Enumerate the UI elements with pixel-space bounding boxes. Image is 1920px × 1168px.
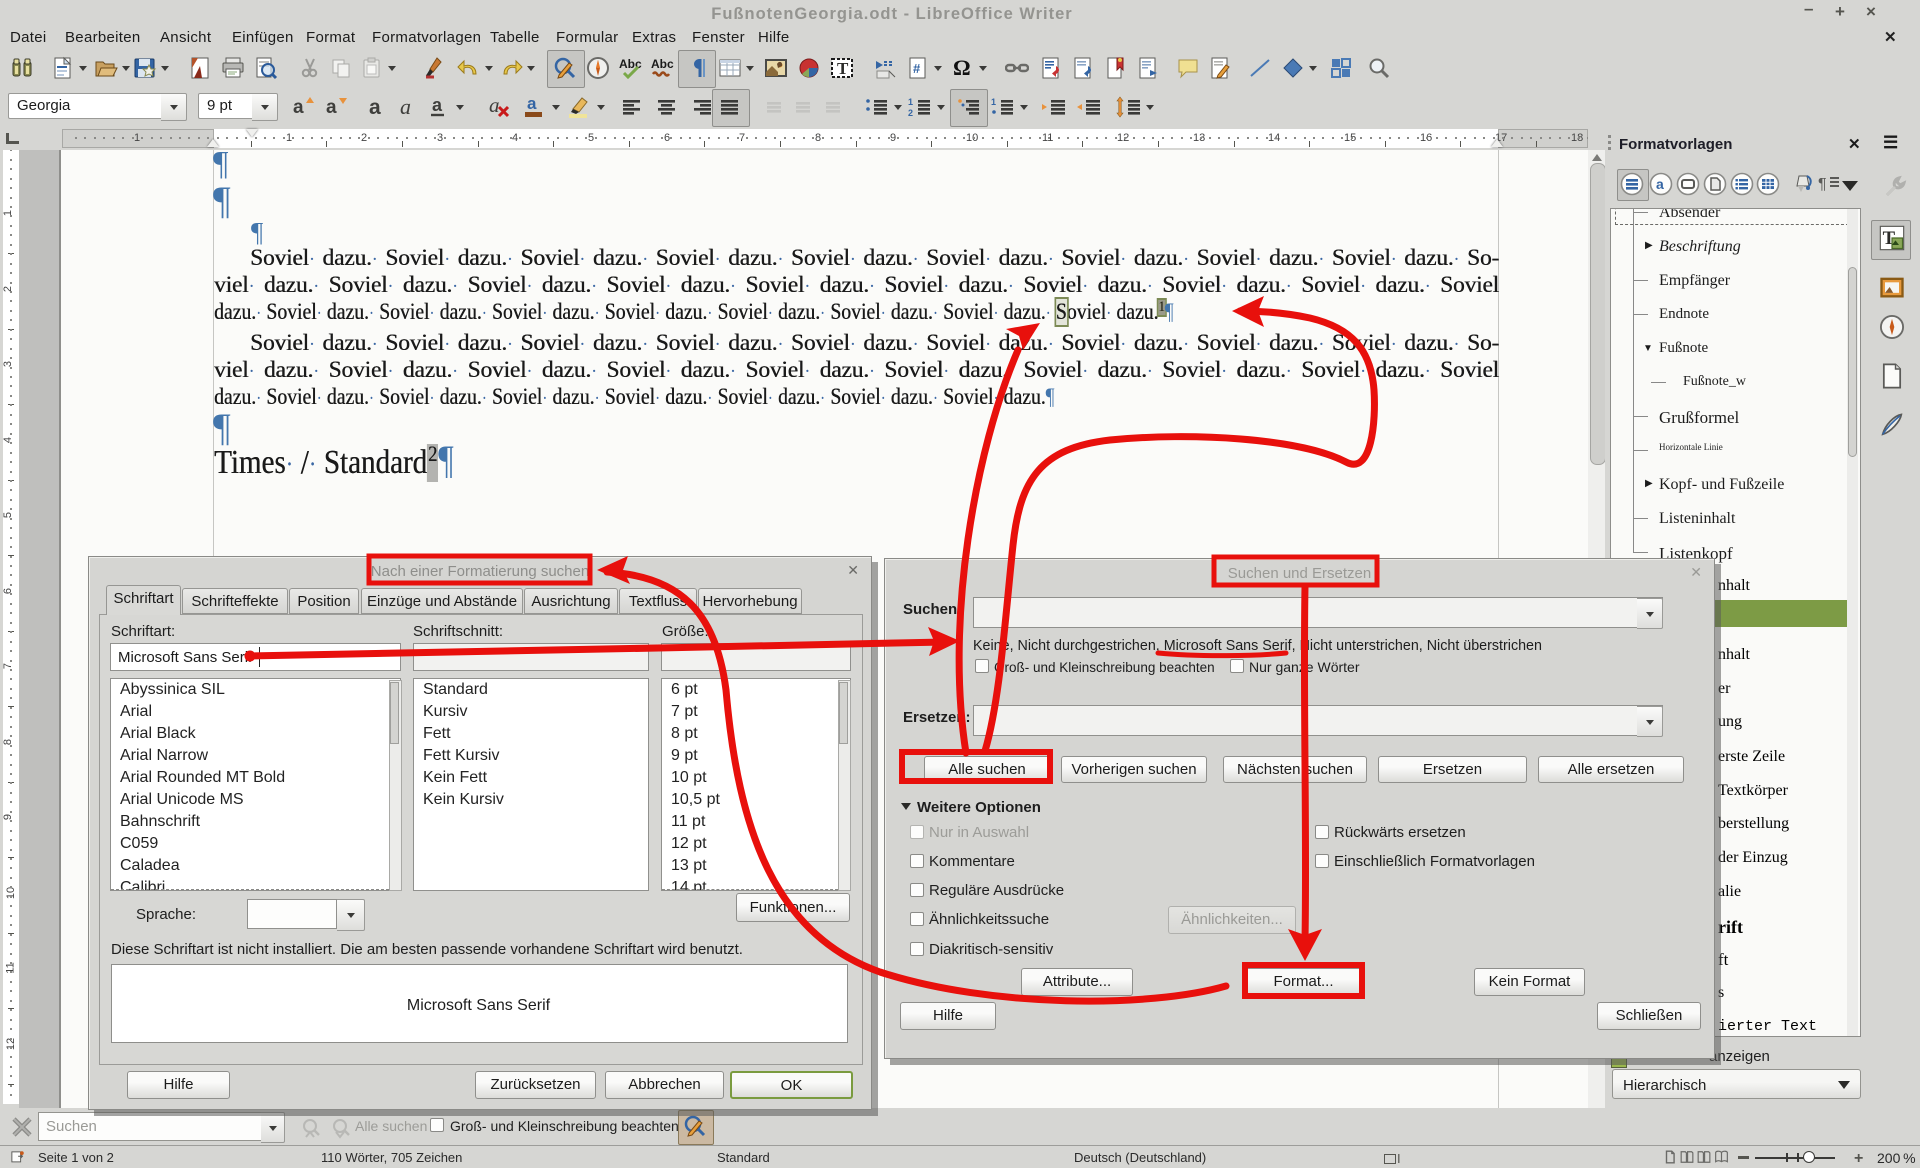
svg-text:a: a — [293, 97, 304, 118]
svg-text:a: a — [1656, 176, 1664, 192]
svg-text:2: 2 — [908, 108, 913, 118]
svg-text:Abc: Abc — [651, 57, 674, 71]
svg-text:a: a — [369, 96, 381, 119]
svg-text:a: a — [400, 95, 411, 119]
svg-text:Ω: Ω — [953, 56, 971, 80]
svg-text:1: 1 — [991, 97, 996, 107]
svg-text:¶: ¶ — [1818, 176, 1827, 193]
svg-text:a: a — [326, 97, 337, 118]
svg-text:Abc: Abc — [619, 57, 642, 71]
svg-text:a: a — [527, 95, 537, 113]
svg-text:1: 1 — [908, 97, 913, 107]
svg-text:a: a — [489, 95, 500, 117]
svg-text:T: T — [837, 59, 849, 78]
svg-text:#: # — [913, 61, 921, 76]
svg-text:a: a — [432, 95, 443, 115]
